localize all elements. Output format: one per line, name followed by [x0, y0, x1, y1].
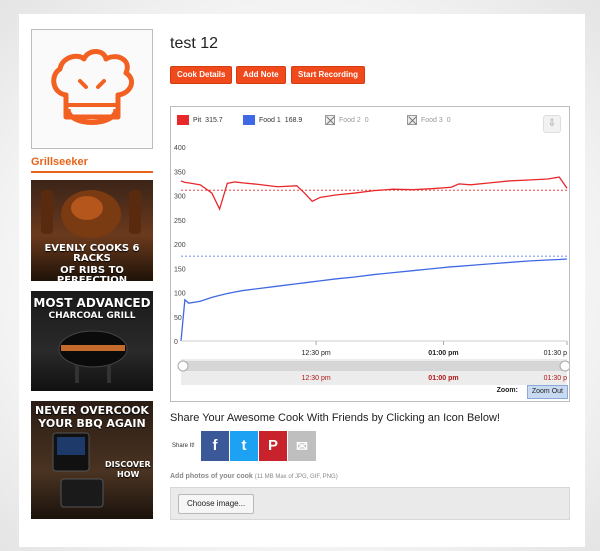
chart-plot: 400 350 300 250 200 150 100 50 0 12:30 pm 01:00 pm… — [174, 145, 569, 385]
add-note-button[interactable]: Add Note — [236, 66, 286, 84]
chef-hat-icon — [51, 49, 135, 125]
zoom-controls: Zoom: Zoom Out — [170, 384, 570, 401]
zoom-label: Zoom: — [496, 387, 518, 394]
facebook-share-button[interactable]: f — [201, 431, 229, 461]
y-tick-label: 400 — [174, 145, 186, 152]
navigator-handle-right — [559, 360, 569, 372]
x-tick-label: 01:00 pm — [428, 350, 458, 357]
email-share-button[interactable]: ✉ — [288, 431, 316, 461]
ad-banner-grill[interactable]: MOST ADVANCED CHARCOAL GRILL — [31, 291, 153, 391]
navigator-scrollbar — [181, 361, 567, 371]
grill-image — [58, 330, 128, 383]
y-tick-label: 150 — [174, 266, 186, 273]
pinterest-icon: P — [267, 437, 278, 454]
navigator-handle-left — [177, 360, 189, 372]
series-line-food-1 — [180, 258, 568, 342]
photo-upload-area: Choose image... — [170, 487, 570, 520]
navigator-tick-label: 01:30 p — [544, 375, 567, 382]
y-tick-label: 100 — [174, 291, 186, 298]
ad-headline: YOUR BBQ AGAIN — [38, 417, 146, 430]
email-icon: ✉ — [296, 438, 308, 454]
x-tick-label: 01:30 p — [544, 350, 567, 357]
y-tick-label: 250 — [174, 218, 186, 225]
share-heading: Share Your Awesome Cook With Friends by … — [170, 412, 500, 424]
choose-image-button[interactable]: Choose image... — [178, 494, 255, 514]
y-tick-label: 200 — [174, 242, 186, 249]
zoom-out-button[interactable]: Zoom Out — [526, 385, 568, 399]
twitter-icon: t — [241, 437, 247, 454]
photos-label-text: Add photos of your cook — [170, 473, 253, 480]
x-tick-label: 12:30 pm — [302, 350, 331, 357]
user-name[interactable]: Grillseeker — [31, 156, 153, 173]
y-tick-label: 350 — [174, 169, 186, 176]
y-tick-label: 50 — [174, 315, 182, 322]
start-recording-button[interactable]: Start Recording — [291, 66, 366, 84]
temperature-chart[interactable]: Pit 315.7 Food 1 168.9 Food 2 0 Food 3 0… — [170, 106, 570, 402]
cook-details-button[interactable]: Cook Details — [170, 66, 233, 84]
ad-cta: DISCOVER — [105, 460, 151, 469]
ad-banner-thermometer[interactable]: NEVER OVERCOOK YOUR BBQ AGAIN DISCOVER H… — [31, 401, 153, 519]
series-line-pit — [180, 176, 568, 211]
ad-headline: EVENLY COOKS 6 RACKS — [44, 243, 140, 264]
ribs-image — [41, 190, 141, 238]
ad-headline: OF RIBS TO PERFECTION — [56, 265, 128, 282]
twitter-share-button[interactable]: t — [230, 431, 258, 461]
navigator-tick-label: 01:00 pm — [428, 375, 458, 382]
ad-banner-ribs[interactable]: EVENLY COOKS 6 RACKS OF RIBS TO PERFECTI… — [31, 180, 153, 281]
ad-headline: NEVER OVERCOOK — [35, 404, 149, 417]
y-tick-label: 300 — [174, 194, 186, 201]
y-tick-label: 0 — [174, 339, 178, 346]
photos-size-note: (11 MB Max of JPG, GIF, PNG) — [254, 474, 338, 480]
pinterest-share-button[interactable]: P — [259, 431, 287, 461]
page-title: test 12 — [170, 35, 219, 52]
navigator-tick-label: 12:30 pm — [302, 375, 331, 382]
ad-cta: HOW — [117, 470, 140, 479]
facebook-icon: f — [212, 437, 218, 454]
photos-label: Add photos of your cook (11 MB Max of JP… — [170, 473, 338, 480]
share-label: Share It! — [172, 443, 195, 449]
ad-headline: MOST ADVANCED — [33, 296, 151, 310]
avatar[interactable] — [31, 29, 153, 149]
ad-headline: CHARCOAL GRILL — [48, 311, 136, 321]
